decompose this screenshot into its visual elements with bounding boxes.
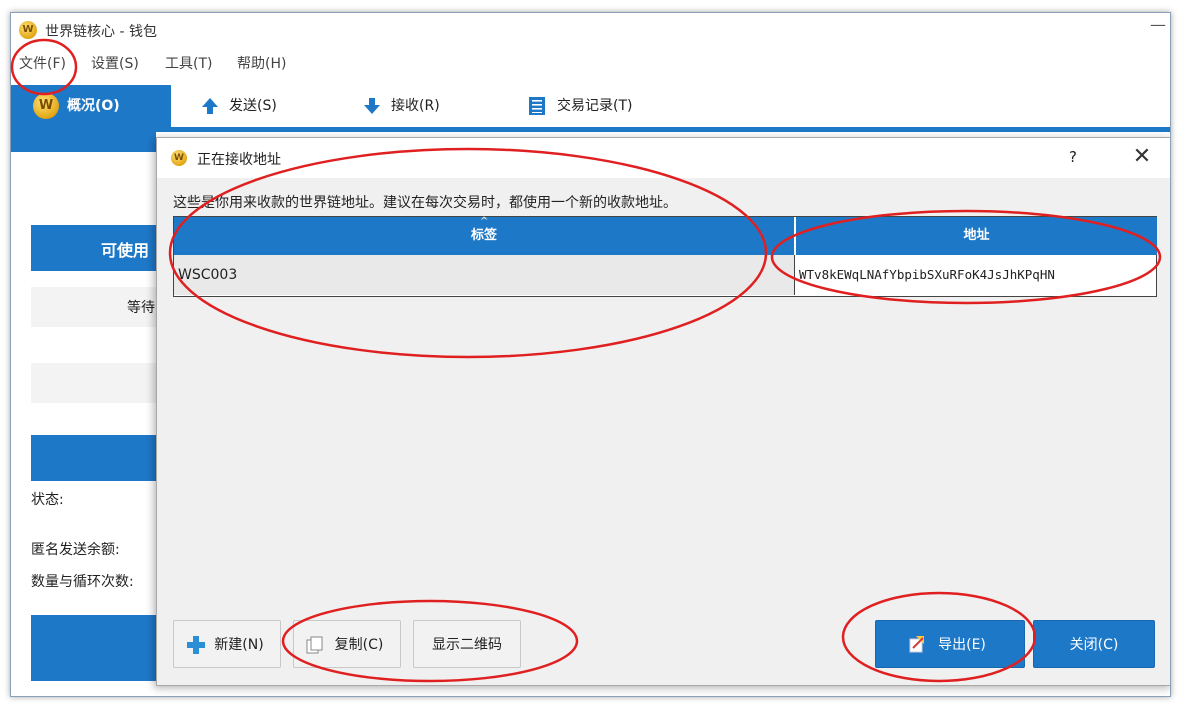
export-icon <box>909 636 924 653</box>
amount-rounds-label: 数量与循环次数: <box>31 574 134 590</box>
plus-icon <box>187 636 205 654</box>
tab-overview[interactable]: W 概况(O) <box>11 85 171 127</box>
menu-tools[interactable]: 工具(T) <box>165 53 212 73</box>
waiting-label: 等待 <box>127 300 155 316</box>
tab-underline <box>11 127 1170 132</box>
address-table[interactable]: 标签 ^ 地址 WSC003 WTv8kEWqLNAfYbpibSXuRFoK4… <box>173 216 1157 297</box>
new-address-button[interactable]: 新建(N) <box>173 620 281 668</box>
dialog-close-icon[interactable]: ✕ <box>1127 142 1157 172</box>
balance-row <box>31 363 161 403</box>
arrow-down-icon <box>364 98 380 114</box>
copy-address-button[interactable]: 复制(C) <box>293 620 401 668</box>
show-qr-button-label: 显示二维码 <box>432 637 502 653</box>
help-button[interactable]: ? <box>1069 148 1077 166</box>
show-qr-button[interactable]: 显示二维码 <box>413 620 521 668</box>
copy-icon <box>306 636 323 654</box>
list-icon <box>529 97 545 115</box>
tab-overview-label: 概况(O) <box>67 98 120 114</box>
app-logo-icon: W <box>19 21 37 39</box>
menu-file[interactable]: 文件(F) <box>19 53 66 73</box>
tab-send-label: 发送(S) <box>229 98 277 114</box>
available-balance-header: 可使用 <box>31 225 161 271</box>
tab-transactions[interactable]: 交易记录(T) <box>527 85 687 127</box>
mixing-button[interactable] <box>31 615 161 681</box>
column-header-address[interactable]: 地址 <box>795 217 1157 255</box>
tab-receive-label: 接收(R) <box>391 98 440 114</box>
dialog-title: 正在接收地址 <box>197 152 281 168</box>
overview-coin-icon: W <box>33 93 59 119</box>
close-button[interactable]: 关闭(C) <box>1033 620 1155 668</box>
dialog-titlebar: W 正在接收地址 ? ✕ <box>157 138 1170 178</box>
overview-header-strip <box>11 132 156 152</box>
privatesend-header <box>31 435 161 481</box>
tab-receive[interactable]: 接收(R) <box>361 85 491 127</box>
sort-indicator-icon: ^ <box>480 216 489 227</box>
column-header-label[interactable]: 标签 ^ <box>174 216 794 255</box>
table-cell-label[interactable]: WSC003 <box>174 255 794 295</box>
window-title: 世界链核心 - 钱包 <box>45 24 157 40</box>
column-header-address-text: 地址 <box>963 228 990 243</box>
arrow-up-icon <box>202 98 218 114</box>
available-label: 可使用 <box>101 241 150 260</box>
tab-send[interactable]: 发送(S) <box>199 85 329 127</box>
window-titlebar: W 世界链核心 - 钱包 — <box>11 13 1170 49</box>
pending-row: 等待 <box>31 287 161 327</box>
dialog-description: 这些是你用来收款的世界链地址。建议在每次交易时，都使用一个新的收款地址。 <box>173 195 677 211</box>
receiving-addresses-dialog: W 正在接收地址 ? ✕ 这些是你用来收款的世界链地址。建议在每次交易时，都使用… <box>156 137 1170 686</box>
table-cell-address[interactable]: WTv8kEWqLNAfYbpibSXuRFoK4JsJhKPqHN <box>794 255 1155 295</box>
tab-transactions-label: 交易记录(T) <box>557 98 633 114</box>
tab-bar: W 概况(O) 发送(S) 接收(R) 交易记录(T) <box>11 85 1170 127</box>
menu-settings[interactable]: 设置(S) <box>91 53 139 73</box>
status-label: 状态: <box>31 492 64 508</box>
menu-help[interactable]: 帮助(H) <box>237 53 286 73</box>
anon-balance-label: 匿名发送余额: <box>31 542 120 558</box>
dialog-logo-icon: W <box>171 150 187 166</box>
minimize-button[interactable]: — <box>1146 15 1170 41</box>
wallet-main-window: W 世界链核心 - 钱包 — 文件(F) 设置(S) 工具(T) 帮助(H) W… <box>10 12 1171 697</box>
export-button[interactable]: 导出(E) <box>875 620 1025 668</box>
close-button-label: 关闭(C) <box>1069 637 1119 653</box>
